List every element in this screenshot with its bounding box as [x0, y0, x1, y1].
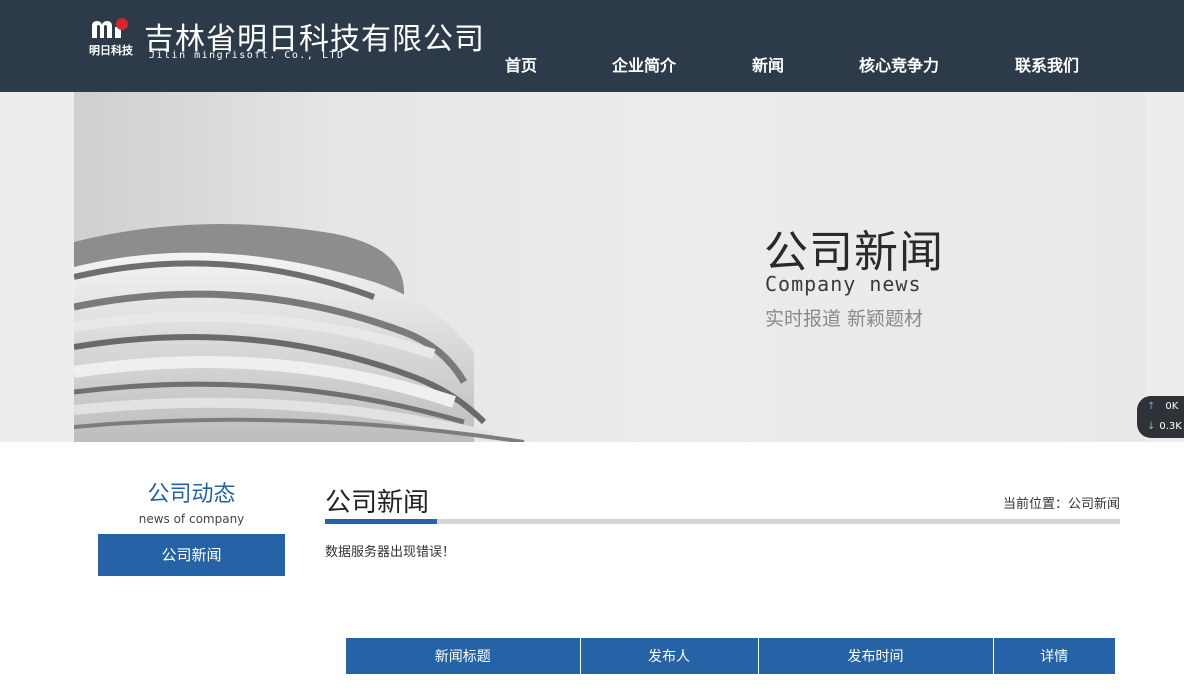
- logo-text: 明日科技: [89, 43, 134, 57]
- nav-competitiveness[interactable]: 核心竞争力: [859, 52, 939, 76]
- nav-about[interactable]: 企业简介: [612, 52, 676, 76]
- upload-arrow-icon: ↑: [1147, 401, 1156, 412]
- column-header-title[interactable]: 新闻标题: [346, 638, 581, 674]
- network-speed-widget[interactable]: ↑ 0K ↓ 0.3K: [1137, 396, 1184, 438]
- breadcrumb: 当前位置：公司新闻: [1002, 497, 1120, 512]
- news-table: 新闻标题 发布人 发布时间 详情: [346, 638, 1115, 674]
- company-english-name: Jilin mingrisoft. Co., LTD: [149, 50, 345, 61]
- sidebar-title: 公司动态: [147, 482, 236, 507]
- upload-speed: 0K: [1165, 401, 1179, 412]
- column-header-details[interactable]: 详情: [993, 638, 1115, 674]
- table-header-row: 新闻标题 发布人 发布时间 详情: [346, 638, 1115, 674]
- download-speed: 0.3K: [1159, 421, 1182, 432]
- banner-title: 公司新闻: [764, 227, 944, 278]
- title-divider-accent: [325, 519, 437, 524]
- banner-subtitle-cn: 实时报道 新颖题材: [765, 308, 924, 330]
- newspaper-illustration: [74, 224, 525, 442]
- nav-home[interactable]: 首页: [505, 52, 537, 76]
- company-logo[interactable]: 明日科技: [88, 18, 134, 58]
- title-divider: [325, 519, 1120, 524]
- site-header: 明日科技 吉林省明日科技有限公司 Jilin mingrisoft. Co., …: [0, 0, 1184, 92]
- error-message: 数据服务器出现错误！: [325, 545, 456, 560]
- banner-image: 公司新闻 Company news 实时报道 新颖题材: [74, 92, 1145, 442]
- download-arrow-icon: ↓: [1147, 421, 1156, 432]
- column-header-date[interactable]: 发布时间: [758, 638, 994, 674]
- page-title: 公司新闻: [325, 488, 430, 518]
- column-header-author[interactable]: 发布人: [580, 638, 759, 674]
- sidebar-subtitle: news of company: [138, 512, 245, 526]
- nav-contact[interactable]: 联系我们: [1015, 52, 1079, 76]
- nav-news[interactable]: 新闻: [752, 52, 784, 76]
- news-banner: 公司新闻 Company news 实时报道 新颖题材: [0, 92, 1184, 442]
- sidebar-item-company-news[interactable]: 公司新闻: [98, 534, 285, 576]
- banner-subtitle-en: Company news: [765, 272, 922, 296]
